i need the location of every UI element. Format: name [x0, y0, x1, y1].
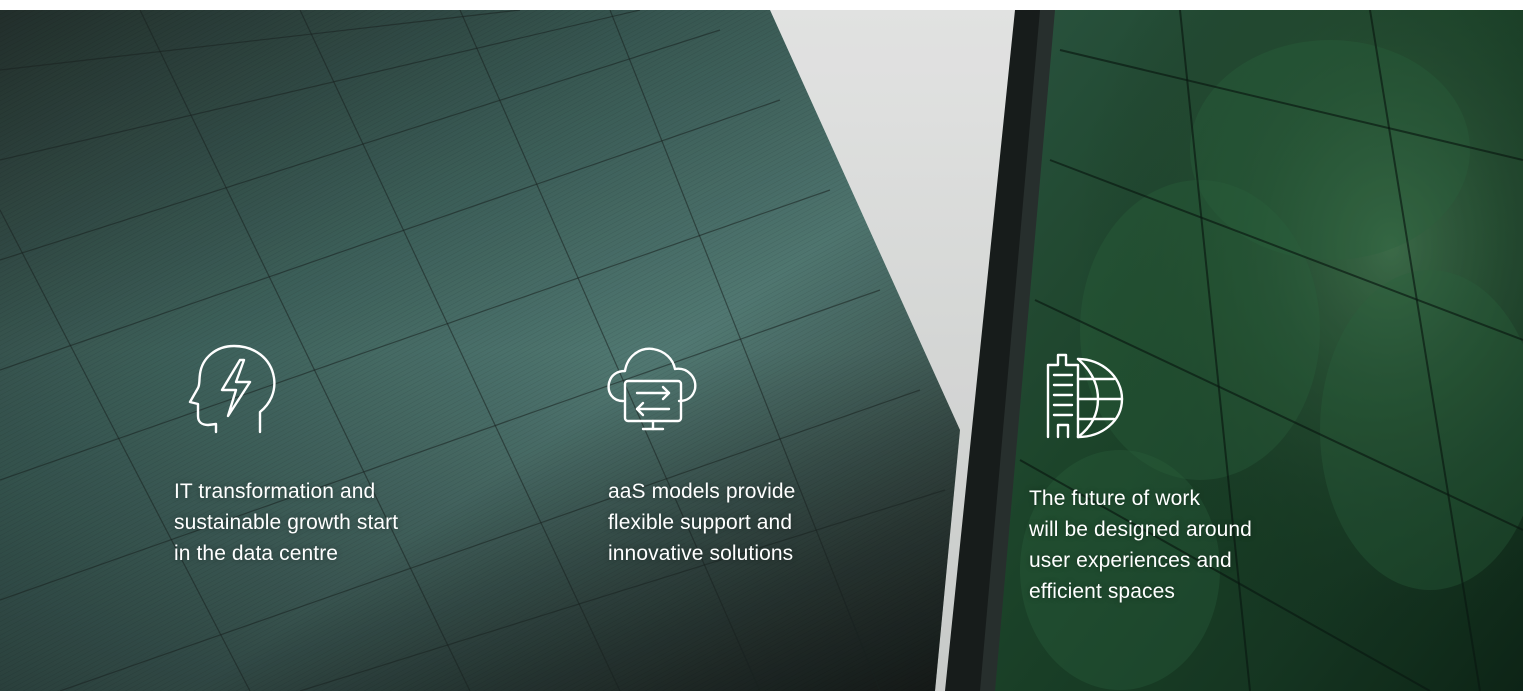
- feature-future-of-work: The future of work will be designed arou…: [1029, 345, 1359, 607]
- feature-aas-models: aaS models provide flexible support and …: [607, 337, 938, 569]
- cloud-monitor-sync-icon: [607, 347, 697, 431]
- feature-text: The future of work will be designed arou…: [1029, 487, 1252, 603]
- feature-data-centre: IT transformation and sustainable growth…: [174, 340, 504, 569]
- building-globe-icon: [1046, 353, 1124, 439]
- feature-text: aaS models provide flexible support and …: [608, 480, 796, 565]
- hero-banner: IT transformation and sustainable growth…: [0, 10, 1523, 691]
- feature-text: IT transformation and sustainable growth…: [174, 480, 399, 565]
- head-lightning-icon: [188, 344, 276, 434]
